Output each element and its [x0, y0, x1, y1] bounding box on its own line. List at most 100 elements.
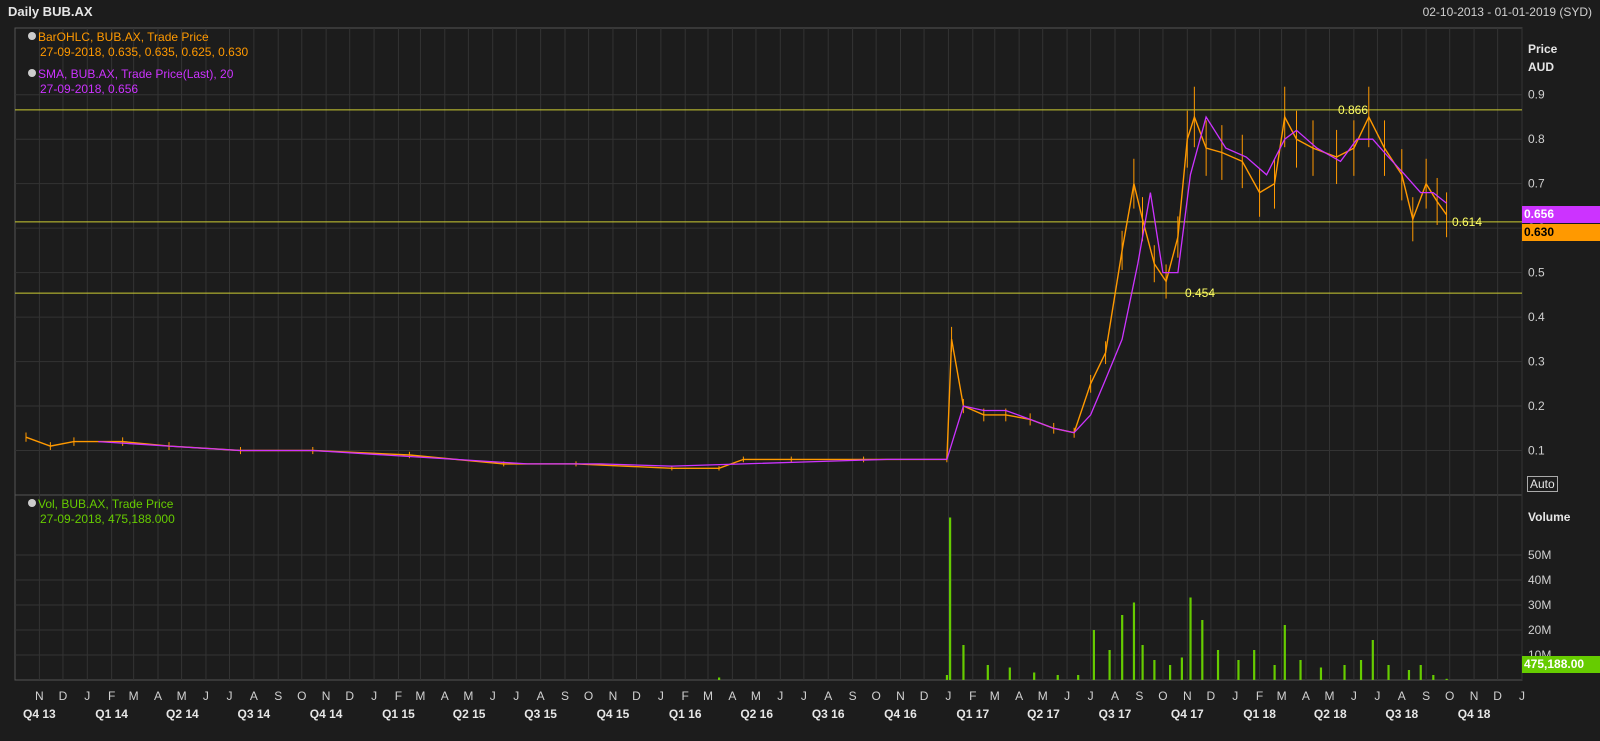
volume-bar — [1153, 660, 1156, 680]
month-tick-label: M — [1277, 689, 1287, 703]
quarter-tick-label: Q4 15 — [597, 707, 630, 721]
sma-legend-values: 27-09-2018, 0.656 — [40, 82, 139, 96]
ohlc-legend-title: BarOHLC, BUB.AX, Trade Price — [38, 30, 209, 44]
volume-tick-label: 30M — [1528, 598, 1551, 612]
price-level-label: 0.866 — [1338, 103, 1368, 117]
volume-bar — [1121, 615, 1124, 680]
auto-scale-button[interactable]: Auto — [1527, 476, 1558, 492]
month-tick-label: D — [1207, 689, 1216, 703]
quarter-tick-label: Q3 17 — [1099, 707, 1132, 721]
month-tick-label: A — [441, 689, 449, 703]
month-tick-label: M — [990, 689, 1000, 703]
volume-bar — [1359, 660, 1363, 680]
month-tick-label: J — [801, 689, 807, 703]
month-tick-label: J — [371, 689, 377, 703]
quarter-tick-label: Q2 16 — [740, 707, 773, 721]
volume-bar — [1445, 678, 1448, 680]
sma-legend: SMA, BUB.AX, Trade Price(Last), 20 27-09… — [28, 67, 233, 97]
volume-value-badge: 475,188.00 — [1522, 656, 1600, 673]
quarter-tick-label: Q1 18 — [1243, 707, 1276, 721]
month-tick-label: N — [322, 689, 331, 703]
month-tick-label: D — [345, 689, 354, 703]
quarter-tick-label: Q3 14 — [238, 707, 271, 721]
month-tick-label: F — [969, 689, 976, 703]
volume-panel-frame — [14, 494, 1523, 681]
volume-bar — [1253, 650, 1256, 680]
month-tick-label: M — [1038, 689, 1048, 703]
volume-tick-label: 40M — [1528, 573, 1551, 587]
quarter-tick-label: Q4 18 — [1458, 707, 1491, 721]
volume-bar — [1056, 675, 1059, 680]
month-tick-label: J — [203, 689, 209, 703]
month-tick-label: J — [945, 689, 951, 703]
volume-bar — [1216, 650, 1220, 680]
volume-legend-title: Vol, BUB.AX, Trade Price — [38, 497, 174, 511]
legend-toggle-icon[interactable] — [28, 69, 36, 77]
month-tick-label: F — [1256, 689, 1263, 703]
volume-bar — [1132, 602, 1136, 680]
month-tick-label: A — [824, 689, 832, 703]
quarter-tick-label: Q3 18 — [1385, 707, 1418, 721]
month-tick-label: A — [728, 689, 736, 703]
quarter-tick-label: Q1 14 — [95, 707, 128, 721]
month-tick-label: N — [1183, 689, 1192, 703]
volume-bar — [1201, 620, 1204, 680]
price-tick-label: 0.7 — [1528, 177, 1545, 191]
volume-bar — [1180, 657, 1183, 680]
volume-bar — [1371, 640, 1374, 680]
month-tick-label: A — [1398, 689, 1406, 703]
volume-bar — [1407, 670, 1411, 680]
volume-bar — [1299, 660, 1302, 680]
price-panel-frame — [14, 27, 1523, 496]
month-tick-label: O — [871, 689, 880, 703]
month-tick-label: N — [35, 689, 44, 703]
volume-axis-label: Volume — [1528, 510, 1571, 524]
price-axis-unit: AUD — [1528, 60, 1554, 74]
month-tick-label: A — [154, 689, 162, 703]
month-tick-label: D — [920, 689, 929, 703]
month-tick-label: O — [1158, 689, 1167, 703]
volume-bar — [1319, 667, 1323, 680]
legend-toggle-icon[interactable] — [28, 32, 36, 40]
volume-bar — [718, 677, 721, 680]
volume-bar — [945, 675, 949, 680]
price-level-label: 0.454 — [1185, 286, 1215, 300]
price-volume-chart: NDJFMAMJJASONDJFMAMJJASONDJFMAMJJASONDJF… — [14, 27, 1551, 721]
volume-bar — [1169, 665, 1172, 680]
month-tick-label: S — [274, 689, 282, 703]
volume-bar — [986, 665, 989, 680]
month-tick-label: N — [896, 689, 905, 703]
month-tick-label: A — [1302, 689, 1310, 703]
volume-bar — [1419, 665, 1422, 680]
volume-bar — [1008, 667, 1011, 680]
volume-tick-label: 20M — [1528, 623, 1551, 637]
volume-bar — [1108, 650, 1111, 680]
volume-bar — [1237, 660, 1240, 680]
month-tick-label: O — [1445, 689, 1454, 703]
month-tick-label: F — [395, 689, 402, 703]
month-tick-label: A — [1111, 689, 1119, 703]
volume-legend-values: 27-09-2018, 475,188.000 — [40, 512, 175, 526]
quarter-tick-label: Q2 14 — [166, 707, 199, 721]
month-tick-label: J — [490, 689, 496, 703]
month-tick-label: S — [1422, 689, 1430, 703]
month-tick-label: J — [1519, 689, 1525, 703]
price-axis-header: Price AUD — [1528, 40, 1557, 76]
price-tick-label: 0.3 — [1528, 355, 1545, 369]
month-tick-label: M — [463, 689, 473, 703]
quarter-tick-label: Q2 17 — [1027, 707, 1060, 721]
quarter-tick-label: Q1 17 — [956, 707, 989, 721]
chart-window: Daily BUB.AX 02-10-2013 - 01-01-2019 (SY… — [0, 0, 1600, 741]
month-tick-label: F — [682, 689, 689, 703]
volume-bar — [1343, 665, 1346, 680]
quarter-tick-label: Q4 17 — [1171, 707, 1204, 721]
month-tick-label: S — [561, 689, 569, 703]
quarter-tick-label: Q1 16 — [669, 707, 702, 721]
volume-bar — [1141, 645, 1144, 680]
legend-toggle-icon[interactable] — [28, 499, 36, 507]
month-tick-label: A — [537, 689, 545, 703]
month-tick-label: A — [1015, 689, 1023, 703]
price-tick-label: 0.1 — [1528, 444, 1545, 458]
volume-bar — [949, 517, 952, 680]
month-tick-label: N — [1470, 689, 1479, 703]
